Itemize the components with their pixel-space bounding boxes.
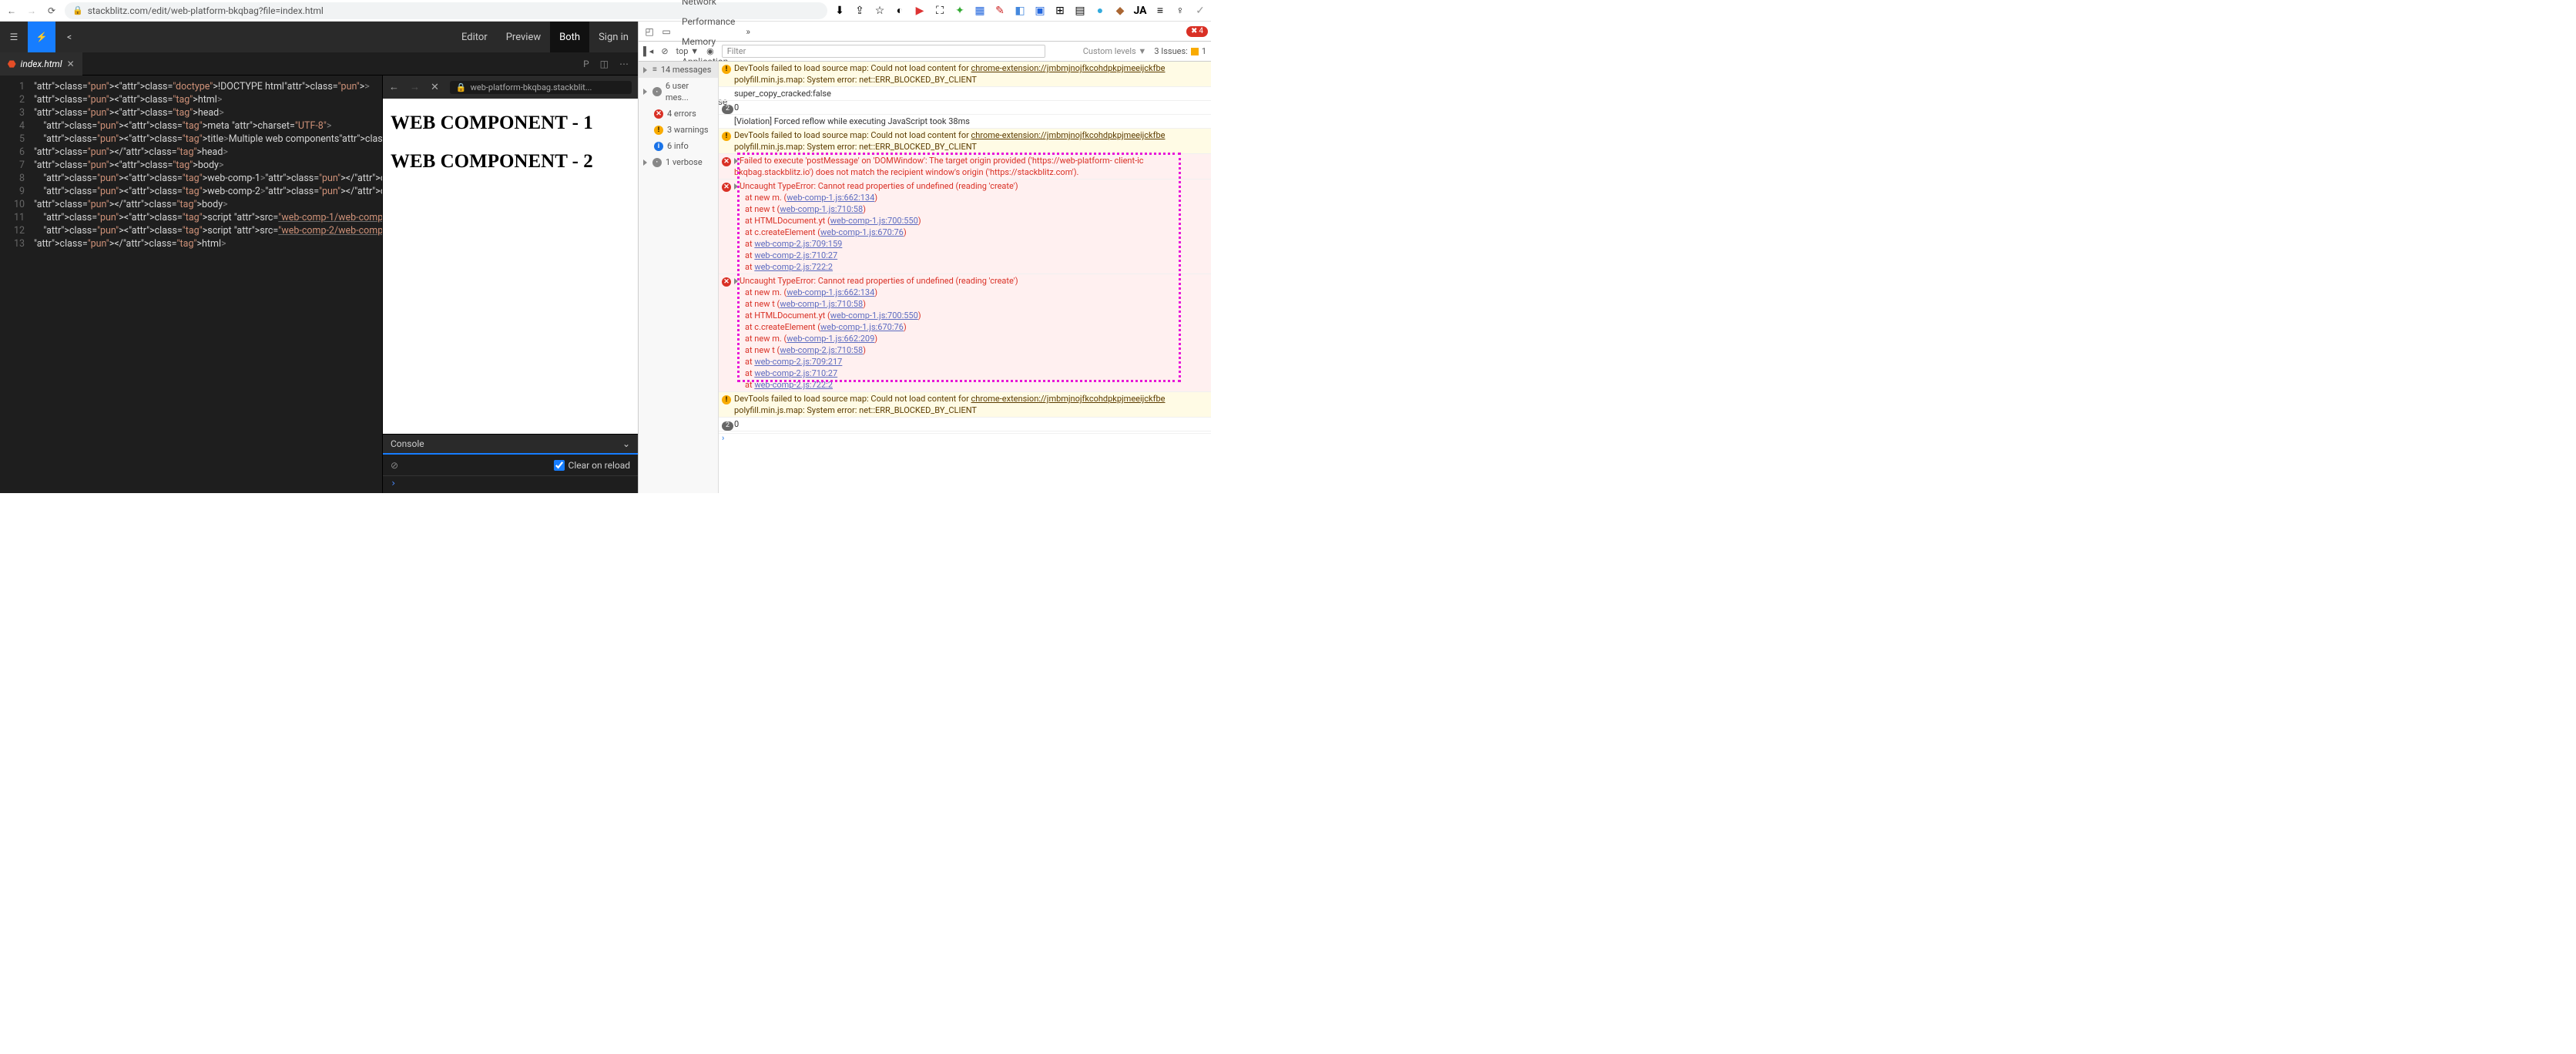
tabs-overflow-icon[interactable]: » [743, 26, 753, 37]
sidebar-row[interactable]: i 6 info [639, 138, 718, 154]
lock-icon: 🔒 [456, 82, 467, 92]
ext-5-icon[interactable]: ▦ [974, 5, 986, 17]
filter-input[interactable]: Filter [722, 45, 1045, 58]
ext-1-icon[interactable]: ◐ [894, 5, 906, 17]
devtools-panel: ◰ ▭ ElementsConsoleSourcesNetworkPerform… [638, 22, 1211, 493]
stackblitz-header: ☰ ⚡ < Editor Preview Both Sign in [0, 22, 638, 52]
star-icon[interactable]: ☆ [874, 5, 886, 17]
file-tab-label: index.html [20, 59, 62, 69]
extension-icons: ⬇ ⇪ ☆ ◐ ▶ ⛶ ✦ ▦ ✎ ◧ ▣ ⊞ ▤ ● ◆ JA ≡ ♀ ✓ [834, 5, 1206, 17]
chevron-down-icon[interactable]: ⌄ [622, 438, 630, 449]
console-title: Console [391, 438, 424, 449]
preview-url-text: web-platform-bkqbag.stackblit... [471, 82, 592, 92]
live-expression-icon[interactable] [706, 46, 714, 56]
device-icon[interactable]: ▭ [659, 26, 674, 37]
ext-2-icon[interactable]: ▶ [914, 5, 926, 17]
console-prompt[interactable]: › [383, 476, 638, 493]
clear-on-reload-toggle[interactable]: Clear on reload [554, 460, 630, 471]
sidebar-row[interactable]: ✕ 4 errors [639, 106, 718, 122]
log-line[interactable]: ✕Failed to execute 'postMessage' on 'DOM… [719, 154, 1211, 180]
ext-13-icon[interactable]: JA [1134, 5, 1146, 17]
preview-url-bar[interactable]: 🔒 web-platform-bkqbag.stackblit... [450, 81, 632, 94]
log-line[interactable]: !DevTools failed to load source map: Cou… [719, 392, 1211, 418]
preview-heading-1: WEB COMPONENT - 1 [391, 112, 630, 134]
sidebar-row[interactable]: · 6 user mes... [639, 78, 718, 106]
back-button[interactable]: ← [5, 4, 18, 18]
preview-heading-2: WEB COMPONENT - 2 [391, 151, 630, 173]
log-line[interactable]: 20 [719, 418, 1211, 431]
ext-6-icon[interactable]: ✎ [994, 5, 1006, 17]
view-editor-button[interactable]: Editor [452, 22, 497, 52]
close-icon[interactable]: ✕ [67, 59, 75, 69]
inspect-icon[interactable]: ◰ [642, 26, 657, 37]
clear-console-icon[interactable]: ⊘ [661, 46, 668, 56]
preview-close-icon[interactable]: ✕ [431, 82, 439, 93]
no-entry-icon[interactable]: ⊘ [391, 460, 398, 471]
log-line[interactable]: [Violation] Forced reflow while executin… [719, 115, 1211, 129]
log-line[interactable]: !DevTools failed to load source map: Cou… [719, 129, 1211, 154]
lock-icon: 🔒 [72, 5, 83, 15]
preview-frame: WEB COMPONENT - 1 WEB COMPONENT - 2 [383, 99, 638, 434]
ext-4-icon[interactable]: ✦ [954, 5, 966, 17]
ext-16-icon[interactable]: ✓ [1194, 5, 1206, 17]
ext-11-icon[interactable]: ● [1094, 5, 1106, 17]
stackblitz-console: Console ⌄ ⊘ Clear on reload › [383, 434, 638, 493]
signin-button[interactable]: Sign in [589, 22, 638, 52]
share-button[interactable]: < [55, 22, 83, 52]
split-icon[interactable]: ◫ [600, 59, 609, 69]
more-icon[interactable]: ⋯ [619, 59, 629, 69]
ext-15-icon[interactable]: ♀ [1174, 5, 1186, 17]
download-icon[interactable]: ⬇ [834, 5, 846, 17]
html5-icon: ⬣ [8, 59, 15, 69]
devtools-tab-network[interactable]: Network [676, 0, 741, 12]
log-levels-selector[interactable]: Custom levels ▼ [1083, 46, 1147, 56]
file-tab-bar: ⬣ index.html ✕ P ◫ ⋯ [0, 52, 638, 76]
preview-back-icon[interactable]: ← [389, 81, 399, 93]
ext-8-icon[interactable]: ▣ [1034, 5, 1046, 17]
log-line[interactable]: › [719, 431, 1211, 434]
file-tab-index[interactable]: ⬣ index.html ✕ [0, 52, 82, 76]
console-toolbar: ▌◂ ⊘ top ▼ Filter Custom levels ▼ 3 Issu… [639, 42, 1211, 62]
log-line[interactable]: ✕Uncaught TypeError: Cannot read propert… [719, 180, 1211, 274]
sidebar-toggle-icon[interactable]: ▌◂ [643, 46, 653, 56]
forward-button[interactable]: → [25, 4, 39, 18]
view-both-button[interactable]: Both [550, 22, 589, 52]
ext-7-icon[interactable]: ◧ [1014, 5, 1026, 17]
url-text: stackblitz.com/edit/web-platform-bkqbag?… [88, 5, 324, 16]
ext-10-icon[interactable]: ▤ [1074, 5, 1086, 17]
log-line[interactable]: 20 [719, 101, 1211, 115]
sidebar-row[interactable]: · 1 verbose [639, 154, 718, 170]
console-sidebar: ≡ 14 messages· 6 user mes...✕ 4 errors! … [639, 62, 719, 493]
log-line[interactable]: super_copy_cracked:false [719, 87, 1211, 101]
share-icon[interactable]: ⇪ [854, 5, 866, 17]
stackblitz-panel: ☰ ⚡ < Editor Preview Both Sign in ⬣ inde… [0, 22, 638, 493]
log-line[interactable]: !DevTools failed to load source map: Cou… [719, 62, 1211, 87]
ext-9-icon[interactable]: ⊞ [1054, 5, 1066, 17]
log-line[interactable]: ✕Uncaught TypeError: Cannot read propert… [719, 274, 1211, 392]
reload-button[interactable]: ⟳ [45, 4, 59, 18]
context-selector[interactable]: top ▼ [676, 46, 699, 56]
preview-column: ← → ✕ 🔒 web-platform-bkqbag.stackblit...… [382, 76, 638, 493]
prettier-icon[interactable]: P [583, 59, 589, 69]
ext-12-icon[interactable]: ◆ [1114, 5, 1126, 17]
menu-button[interactable]: ☰ [0, 22, 28, 52]
stackblitz-logo-icon[interactable]: ⚡ [28, 22, 55, 52]
code-editor[interactable]: 12345678910111213 "attr">class="pun"><"a… [0, 76, 382, 493]
preview-forward-icon[interactable]: → [410, 81, 420, 93]
view-preview-button[interactable]: Preview [497, 22, 550, 52]
sidebar-row[interactable]: ≡ 14 messages [639, 62, 718, 78]
devtools-tabs: ◰ ▭ ElementsConsoleSourcesNetworkPerform… [639, 22, 1211, 42]
sidebar-row[interactable]: ! 3 warnings [639, 122, 718, 138]
ext-3-icon[interactable]: ⛶ [934, 5, 946, 17]
ext-14-icon[interactable]: ≡ [1154, 5, 1166, 17]
clear-on-reload-checkbox[interactable] [554, 460, 565, 471]
issues-badge[interactable]: 3 Issues: 1 [1154, 46, 1206, 56]
console-log[interactable]: !DevTools failed to load source map: Cou… [719, 62, 1211, 493]
error-count-badge[interactable]: ✖ 4 [1186, 26, 1208, 37]
browser-toolbar: ← → ⟳ 🔒 stackblitz.com/edit/web-platform… [0, 0, 1211, 22]
devtools-tab-performance[interactable]: Performance [676, 12, 741, 32]
